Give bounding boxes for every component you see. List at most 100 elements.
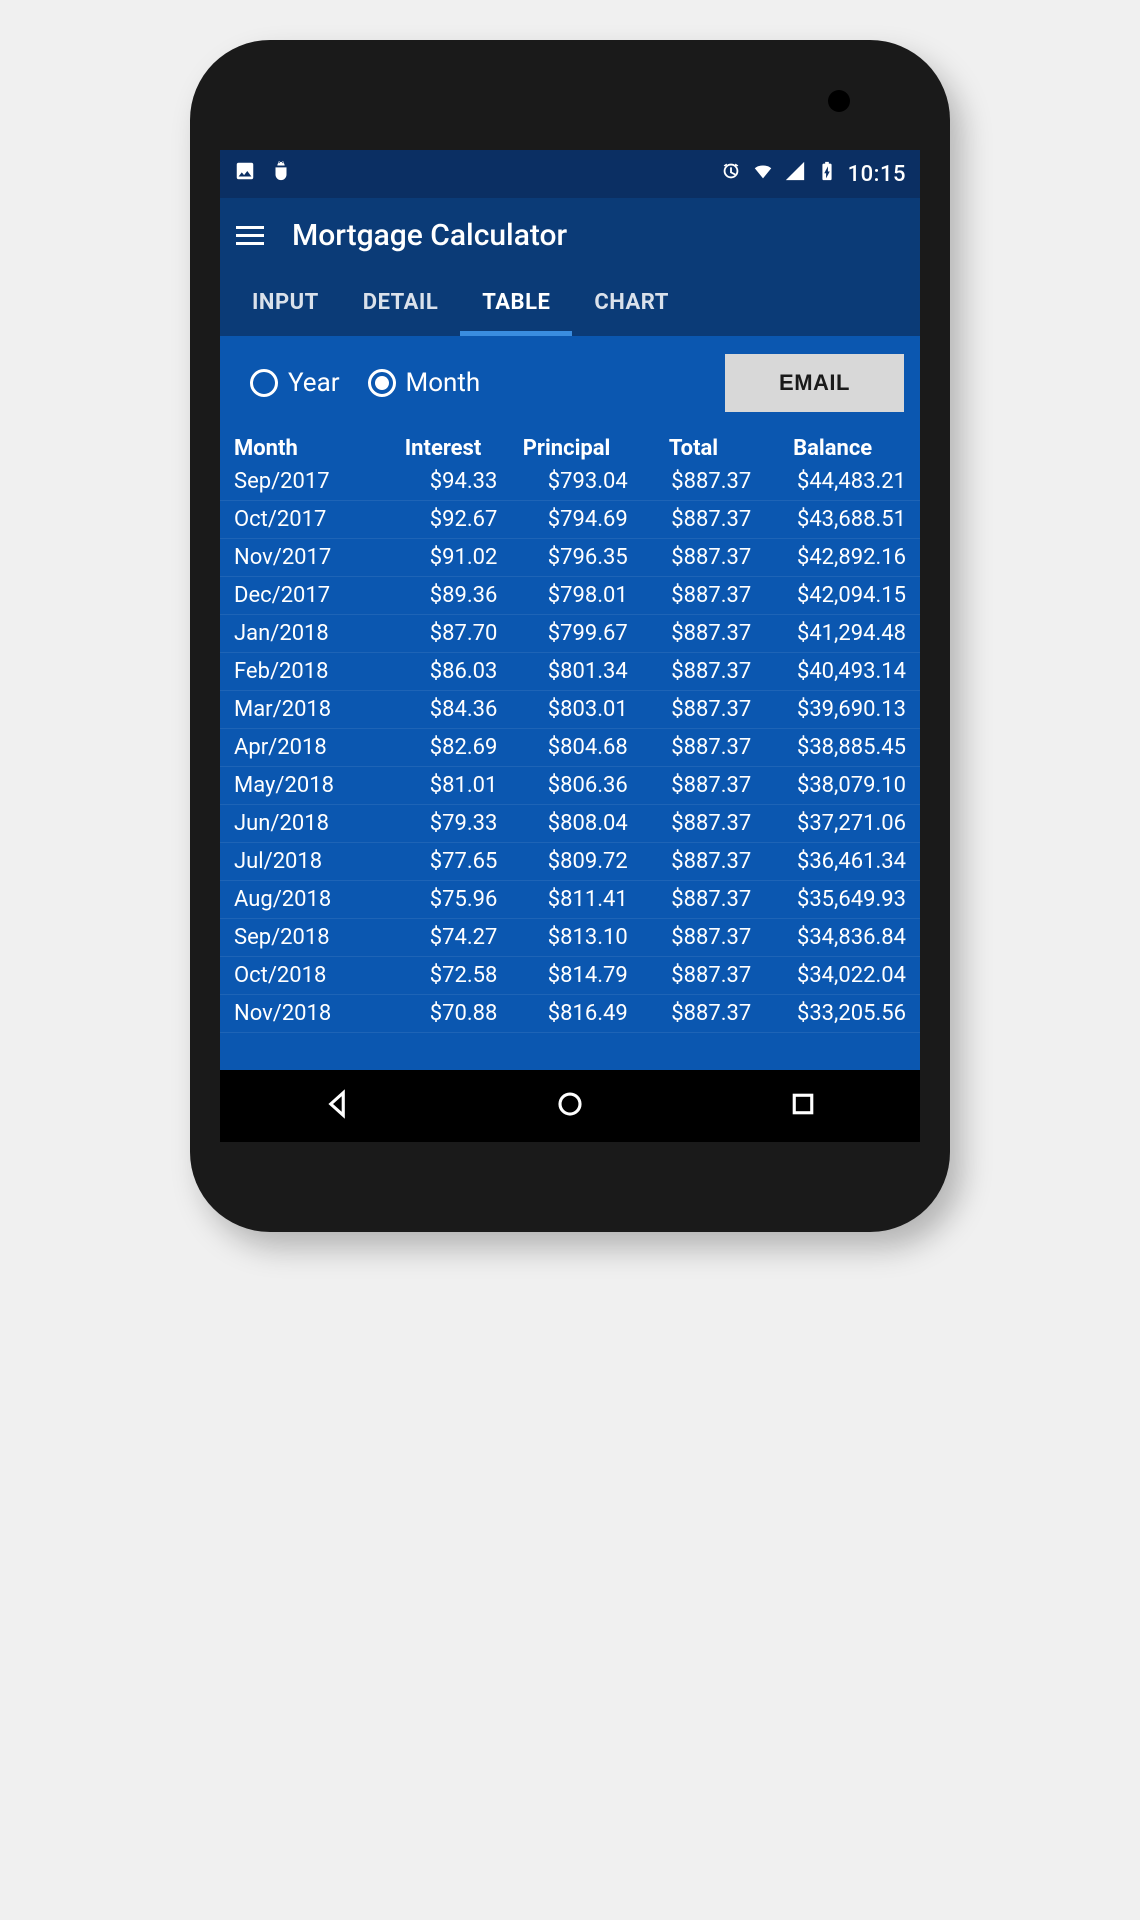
cell-balance: $41,294.48 <box>755 615 920 653</box>
cell-signal-icon <box>784 160 806 188</box>
table-row: Jun/2018$79.33$808.04$887.37$37,271.06 <box>220 805 920 843</box>
cell-month: Dec/2017 <box>220 577 385 615</box>
cell-interest: $74.27 <box>385 919 502 957</box>
cell-balance: $38,079.10 <box>755 767 920 805</box>
back-icon[interactable] <box>322 1089 352 1124</box>
cell-month: Jan/2018 <box>220 615 385 653</box>
image-icon <box>234 160 256 188</box>
table-row: May/2018$81.01$806.36$887.37$38,079.10 <box>220 767 920 805</box>
cell-principal: $804.68 <box>501 729 631 767</box>
cell-balance: $43,688.51 <box>755 501 920 539</box>
home-icon[interactable] <box>555 1089 585 1124</box>
tab-chart[interactable]: CHART <box>572 272 691 336</box>
table-row: Feb/2018$86.03$801.34$887.37$40,493.14 <box>220 653 920 691</box>
hamburger-menu-icon[interactable] <box>236 226 264 245</box>
amortization-table: Month Interest Principal Total Balance S… <box>220 430 920 1033</box>
cell-total: $887.37 <box>632 729 756 767</box>
battery-charging-icon <box>816 160 838 188</box>
tab-input[interactable]: INPUT <box>230 272 341 336</box>
cell-balance: $42,094.15 <box>755 577 920 615</box>
radio-circle-icon <box>368 369 396 397</box>
cell-balance: $44,483.21 <box>755 463 920 501</box>
cell-total: $887.37 <box>632 501 756 539</box>
cell-balance: $34,022.04 <box>755 957 920 995</box>
cell-balance: $33,205.56 <box>755 995 920 1033</box>
cell-principal: $816.49 <box>501 995 631 1033</box>
cell-total: $887.37 <box>632 691 756 729</box>
wifi-icon <box>752 160 774 188</box>
cell-month: Sep/2017 <box>220 463 385 501</box>
radio-year[interactable]: Year <box>250 368 340 398</box>
alarm-icon <box>720 160 742 188</box>
cell-interest: $75.96 <box>385 881 502 919</box>
email-button[interactable]: EMAIL <box>725 354 904 412</box>
status-bar: 10:15 <box>220 150 920 198</box>
device-frame: 10:15 Mortgage Calculator INPUTDETAILTAB… <box>190 40 950 1232</box>
screen: 10:15 Mortgage Calculator INPUTDETAILTAB… <box>220 150 920 1142</box>
table-row: Aug/2018$75.96$811.41$887.37$35,649.93 <box>220 881 920 919</box>
table-row: Nov/2018$70.88$816.49$887.37$33,205.56 <box>220 995 920 1033</box>
cell-month: Nov/2018 <box>220 995 385 1033</box>
radio-month[interactable]: Month <box>368 368 481 398</box>
tab-detail[interactable]: DETAIL <box>341 272 461 336</box>
cell-total: $887.37 <box>632 881 756 919</box>
cell-total: $887.37 <box>632 843 756 881</box>
cell-total: $887.37 <box>632 577 756 615</box>
cell-month: Nov/2017 <box>220 539 385 577</box>
cell-interest: $89.36 <box>385 577 502 615</box>
cell-balance: $35,649.93 <box>755 881 920 919</box>
tab-table[interactable]: TABLE <box>460 272 572 336</box>
cell-principal: $798.01 <box>501 577 631 615</box>
cell-interest: $72.58 <box>385 957 502 995</box>
cell-interest: $84.36 <box>385 691 502 729</box>
tab-bar: INPUTDETAILTABLECHART <box>220 272 920 336</box>
cell-total: $887.37 <box>632 957 756 995</box>
radio-month-label: Month <box>406 368 481 398</box>
cell-total: $887.37 <box>632 995 756 1033</box>
android-debug-icon <box>270 160 292 188</box>
cell-interest: $91.02 <box>385 539 502 577</box>
cell-principal: $809.72 <box>501 843 631 881</box>
device-camera <box>828 90 850 112</box>
cell-principal: $806.36 <box>501 767 631 805</box>
table-row: Sep/2018$74.27$813.10$887.37$34,836.84 <box>220 919 920 957</box>
cell-balance: $36,461.34 <box>755 843 920 881</box>
cell-principal: $799.67 <box>501 615 631 653</box>
cell-principal: $808.04 <box>501 805 631 843</box>
cell-principal: $793.04 <box>501 463 631 501</box>
cell-total: $887.37 <box>632 767 756 805</box>
cell-month: Oct/2017 <box>220 501 385 539</box>
cell-interest: $79.33 <box>385 805 502 843</box>
cell-interest: $86.03 <box>385 653 502 691</box>
cell-total: $887.37 <box>632 919 756 957</box>
cell-month: Oct/2018 <box>220 957 385 995</box>
cell-balance: $37,271.06 <box>755 805 920 843</box>
table-row: Nov/2017$91.02$796.35$887.37$42,892.16 <box>220 539 920 577</box>
table-row: Mar/2018$84.36$803.01$887.37$39,690.13 <box>220 691 920 729</box>
cell-month: Mar/2018 <box>220 691 385 729</box>
cell-principal: $803.01 <box>501 691 631 729</box>
cell-month: Jul/2018 <box>220 843 385 881</box>
cell-interest: $87.70 <box>385 615 502 653</box>
cell-month: Feb/2018 <box>220 653 385 691</box>
cell-balance: $38,885.45 <box>755 729 920 767</box>
cell-month: Apr/2018 <box>220 729 385 767</box>
recent-apps-icon[interactable] <box>788 1089 818 1124</box>
table-row: Apr/2018$82.69$804.68$887.37$38,885.45 <box>220 729 920 767</box>
cell-principal: $801.34 <box>501 653 631 691</box>
amortization-table-wrap[interactable]: Month Interest Principal Total Balance S… <box>220 430 920 1070</box>
header-total: Total <box>632 430 756 463</box>
cell-month: Jun/2018 <box>220 805 385 843</box>
cell-total: $887.37 <box>632 463 756 501</box>
cell-total: $887.37 <box>632 615 756 653</box>
cell-principal: $794.69 <box>501 501 631 539</box>
cell-month: Sep/2018 <box>220 919 385 957</box>
table-row: Sep/2017$94.33$793.04$887.37$44,483.21 <box>220 463 920 501</box>
header-balance: Balance <box>755 430 920 463</box>
cell-interest: $94.33 <box>385 463 502 501</box>
cell-total: $887.37 <box>632 653 756 691</box>
controls-row: Year Month EMAIL <box>220 336 920 430</box>
cell-interest: $81.01 <box>385 767 502 805</box>
cell-interest: $77.65 <box>385 843 502 881</box>
cell-principal: $814.79 <box>501 957 631 995</box>
